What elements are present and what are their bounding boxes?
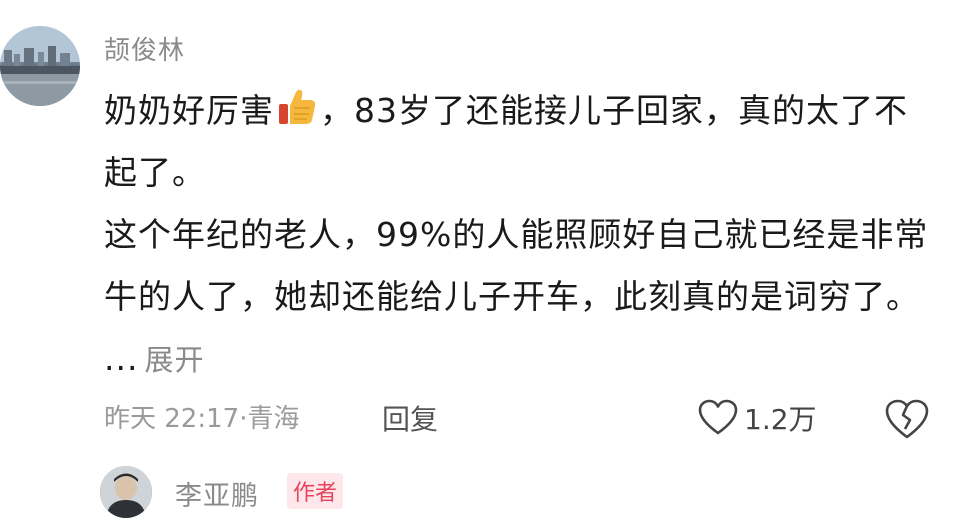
reply-avatar-image	[100, 466, 152, 518]
comment-text-2: 这个年纪的老人，99%的人能照顾好自己就已经是非常牛的人了，她却还能给儿子开车，…	[104, 215, 929, 316]
ellipsis: ...	[104, 339, 139, 378]
comment-text-before-emoji: 奶奶好厉害	[104, 91, 274, 130]
broken-heart-icon	[885, 399, 929, 439]
thumbs-up-icon	[279, 89, 316, 124]
like-button[interactable]: 1.2万	[698, 396, 817, 440]
comment-username[interactable]: 颉俊林	[104, 30, 185, 67]
comment-body: 奶奶好厉害 ，83岁了还能接儿子回家，真的太了不起了。 这个年纪的老人，99%的…	[104, 80, 934, 391]
reply-button[interactable]: 回复	[382, 398, 438, 438]
comment-paragraph-2: 这个年纪的老人，99%的人能照顾好自己就已经是非常牛的人了，她却还能给儿子开车，…	[104, 204, 934, 391]
comment-paragraph-1: 奶奶好厉害 ，83岁了还能接儿子回家，真的太了不起了。	[104, 80, 934, 204]
reply-username[interactable]: 李亚鹏	[175, 474, 259, 513]
like-count: 1.2万	[744, 403, 817, 436]
dislike-button[interactable]	[884, 398, 930, 442]
heart-icon	[698, 399, 738, 435]
comment-item: 颉俊林 奶奶好厉害 ，83岁了还能接儿子回家，真的太了不起了。 这个年纪的老人，…	[0, 0, 960, 532]
expand-button[interactable]: 展开	[144, 343, 204, 377]
reply-avatar[interactable]	[100, 466, 152, 518]
avatar[interactable]	[0, 26, 80, 106]
comment-meta: 昨天 22:17·青海	[104, 404, 300, 434]
avatar-image	[0, 26, 80, 106]
author-badge: 作者	[287, 473, 344, 509]
